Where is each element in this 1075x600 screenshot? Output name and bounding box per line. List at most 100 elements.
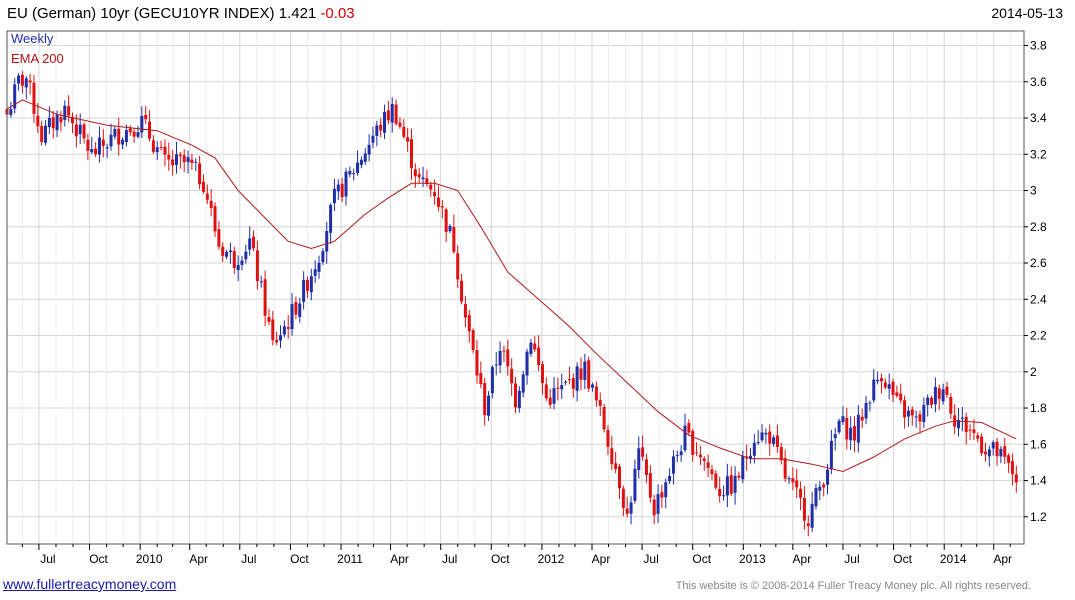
candle-body — [775, 435, 779, 447]
candle-body — [895, 392, 899, 396]
site-link[interactable]: www.fullertreacymoney.com — [3, 576, 176, 592]
candle-body — [236, 265, 240, 271]
candle-body — [799, 488, 803, 498]
candle-body — [498, 350, 502, 366]
candle-body — [24, 78, 28, 88]
candle-body — [668, 476, 672, 482]
candle-body — [764, 432, 768, 435]
candle-body — [386, 110, 390, 121]
copyright-text: This website is © 2008-2014 Fuller Treac… — [675, 580, 1031, 592]
candle-body — [698, 454, 702, 458]
y-tick-label: 3 — [1030, 184, 1037, 198]
x-tick-label: 2012 — [538, 552, 565, 566]
candle-body — [629, 502, 633, 514]
candle-body — [687, 423, 691, 433]
candle-body — [591, 384, 595, 388]
x-tick-label: Oct — [491, 552, 510, 566]
candle-body — [128, 128, 132, 133]
x-tick-label: Apr — [993, 552, 1012, 566]
candle-body — [733, 475, 737, 493]
candle-body — [433, 192, 437, 197]
candle-body — [298, 303, 302, 318]
candle-body — [529, 342, 533, 354]
candle-body — [652, 499, 656, 516]
x-tick-label: Apr — [390, 552, 409, 566]
x-tick-label: Apr — [793, 552, 812, 566]
candle-body — [833, 434, 837, 439]
candle-body — [452, 227, 456, 252]
candle-body — [286, 326, 290, 329]
candle-body — [9, 109, 13, 115]
candle-body — [991, 442, 995, 449]
candle-body — [621, 488, 625, 509]
candle-body — [949, 396, 953, 414]
candle-body — [864, 402, 868, 419]
candle-body — [90, 149, 94, 153]
candle-body — [714, 473, 718, 488]
candle-body — [479, 373, 483, 385]
candle-body — [610, 448, 614, 465]
candle-body — [279, 335, 283, 341]
candle-body — [20, 74, 24, 86]
candle-body — [36, 115, 40, 127]
candle-body — [818, 486, 822, 491]
candle-body — [606, 429, 610, 447]
candle-body — [664, 482, 668, 498]
x-tick-label: Apr — [189, 552, 208, 566]
candle-body — [124, 130, 128, 143]
candle-body — [552, 388, 556, 404]
candle-body — [718, 488, 722, 496]
candle-body — [814, 487, 818, 507]
y-tick-label: 1.2 — [1030, 510, 1047, 524]
candle-body — [413, 169, 417, 177]
candle-body — [787, 478, 791, 480]
candle-body — [429, 184, 433, 190]
candle-body — [883, 382, 887, 388]
candle-body — [59, 117, 63, 123]
candle-body — [641, 447, 645, 457]
candle-body — [332, 188, 336, 204]
candle-body — [32, 82, 36, 114]
candle-body — [248, 238, 252, 250]
candle-body — [841, 416, 845, 423]
candle-body — [671, 456, 675, 474]
candle-body — [625, 508, 629, 514]
candle-body — [910, 409, 914, 416]
candle-body — [198, 163, 202, 185]
candle-body — [760, 432, 764, 441]
candle-body — [329, 205, 333, 233]
candle-body — [55, 114, 59, 131]
candle-body — [583, 361, 587, 380]
candle-body — [417, 174, 421, 178]
candle-body — [209, 200, 213, 208]
y-tick-label: 1.8 — [1030, 401, 1047, 415]
x-tick-label: Jul — [844, 552, 859, 566]
candle-body — [876, 379, 880, 382]
candle-body — [710, 469, 714, 475]
candle-body — [506, 349, 510, 367]
candle-body — [879, 378, 883, 382]
candle-body — [213, 206, 217, 232]
candle-body — [132, 131, 136, 137]
candle-body — [167, 154, 171, 160]
candle-body — [348, 170, 352, 175]
x-tick-label: Jul — [241, 552, 256, 566]
candle-body — [722, 495, 726, 497]
title-text: EU (German) 10yr (GECU10YR INDEX) 1.421 — [7, 5, 317, 22]
candle-body — [487, 395, 491, 416]
candle-body — [922, 405, 926, 423]
candle-body — [94, 148, 98, 155]
candle-body — [587, 360, 591, 389]
candle-body — [182, 155, 186, 163]
candle-body — [618, 466, 622, 489]
candle-body — [525, 351, 529, 376]
candle-body — [252, 236, 256, 249]
candle-body — [255, 250, 259, 282]
candle-body — [232, 251, 236, 268]
candle-body — [637, 448, 641, 471]
candle-body — [367, 144, 371, 155]
candle-body — [980, 436, 984, 454]
candle-body — [868, 402, 872, 404]
candle-body — [109, 134, 113, 147]
candle-body — [205, 193, 209, 200]
